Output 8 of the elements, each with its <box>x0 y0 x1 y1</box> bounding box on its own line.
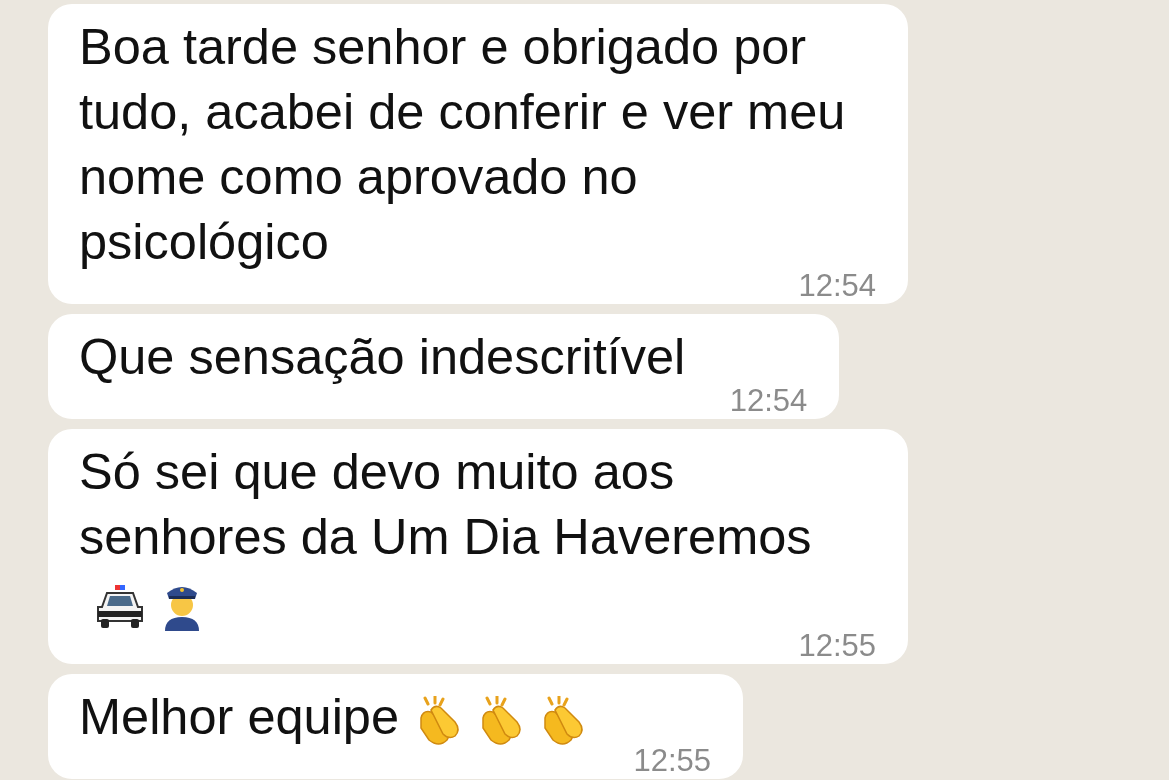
message-time: 12:55 <box>798 633 876 659</box>
message-text: Só sei que devo muito aos senhores da Um Dia Haveremos <box>79 443 812 565</box>
message-time: 12:54 <box>798 273 876 299</box>
message-time: 12:54 <box>729 388 808 414</box>
message-text: Boa tarde senhor e obrigado por tudo, acabei de conferir e ver meu nome como aprovado no psicológico <box>79 18 846 270</box>
message-text: Melhor equipe <box>79 688 400 745</box>
message-text: Que sensação indescritível <box>79 328 686 385</box>
message-time: 12:55 <box>633 748 712 774</box>
